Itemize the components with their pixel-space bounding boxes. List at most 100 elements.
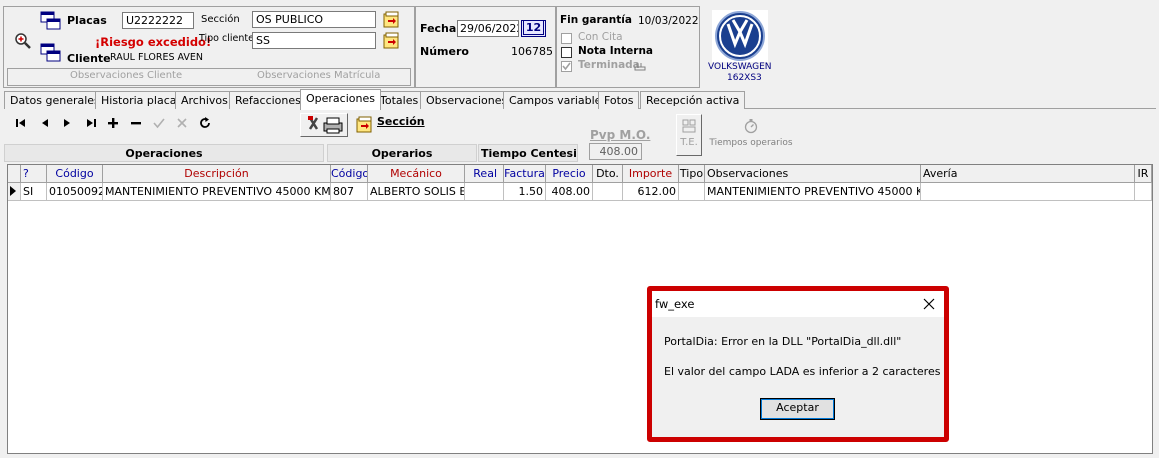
cancel-button[interactable] (173, 116, 191, 134)
dialog-message-line1: PortalDia: Error en la DLL "PortalDia_dl… (664, 335, 902, 348)
placas-window-icon[interactable] (40, 11, 62, 34)
col-dto[interactable]: Dto. (593, 165, 623, 183)
seccion-toolbar-icon[interactable] (356, 116, 374, 137)
cell-ir[interactable] (1135, 183, 1152, 201)
tipo-cliente-input[interactable]: SS (252, 32, 376, 49)
delete-record-button[interactable] (127, 116, 145, 134)
calendar-button[interactable]: 12 (521, 20, 546, 37)
col-factura[interactable]: Factura (504, 165, 546, 183)
cell-observaciones[interactable]: MANTENIMIENTO PREVENTIVO 45000 KM (705, 183, 921, 201)
seccion-link[interactable]: Sección (377, 115, 425, 128)
terminada-detail-icon[interactable] (634, 61, 646, 74)
tab-recepcion-activa[interactable]: Recepción activa (640, 91, 746, 109)
te-label: T.E. (680, 137, 698, 148)
seccion-picker-icon[interactable] (383, 11, 401, 32)
nota-interna-label: Nota Interna (578, 45, 654, 57)
plus-icon (108, 118, 118, 128)
zoom-icon[interactable] (14, 32, 32, 50)
terminada-checkbox[interactable] (561, 59, 572, 72)
cell-q[interactable]: SI (21, 183, 47, 201)
col-precio[interactable]: Precio (546, 165, 593, 183)
last-record-icon (87, 119, 96, 127)
te-button[interactable]: T.E. (676, 114, 702, 156)
refresh-button[interactable] (196, 116, 214, 134)
col-observaciones[interactable]: Observaciones (705, 165, 921, 183)
cell-tipo[interactable] (679, 183, 705, 201)
tipo-cliente-picker-icon[interactable] (383, 32, 401, 53)
operations-grid[interactable] (7, 164, 1153, 454)
dialog-close-button[interactable] (920, 295, 938, 313)
tab-refacciones[interactable]: Refacciones (229, 91, 307, 109)
first-record-button[interactable] (12, 116, 30, 134)
add-record-button[interactable] (104, 116, 122, 134)
cell-importe[interactable]: 612.00 (623, 183, 679, 201)
cell-factura[interactable]: 1.50 (504, 183, 546, 201)
tab-operaciones[interactable]: Operaciones (300, 89, 381, 110)
tiempo-centesimal-header: Tiempo Centesimal (478, 144, 578, 162)
tab-datos-generales[interactable]: Datos generales (4, 91, 106, 109)
te-icon (682, 119, 696, 133)
tiempos-operarios-label: Tiempos operarios (709, 138, 793, 148)
pvp-label: Pvp M.O. (590, 128, 651, 142)
col-indicator (8, 165, 21, 183)
cell-averia[interactable] (921, 183, 1135, 201)
seccion-label: Sección (201, 14, 240, 25)
tools-print-icon (308, 116, 343, 134)
col-mecanico[interactable]: Mecánico (368, 165, 465, 183)
row-indicator[interactable] (8, 183, 21, 201)
nota-interna-box (561, 46, 572, 58)
obs-matricula-button[interactable]: Observaciones Matrícula (257, 70, 380, 81)
cell-codigo[interactable]: 01050092 (47, 183, 103, 201)
numero-value: 106785 (511, 45, 553, 58)
prev-record-button[interactable] (36, 116, 54, 134)
prev-record-icon (42, 119, 48, 127)
tab-totales[interactable]: Totales (374, 91, 425, 109)
operaciones-header: Operaciones (4, 144, 324, 162)
col-q[interactable]: ? (21, 165, 47, 183)
cell-precio[interactable]: 408.00 (546, 183, 593, 201)
tools-print-button[interactable] (300, 113, 348, 137)
cell-real[interactable] (465, 183, 504, 201)
confirm-button[interactable] (150, 116, 168, 134)
cliente-value: RAUL FLORES AVEN (110, 52, 204, 63)
tab-campos-variables[interactable]: Campos variables (503, 91, 614, 109)
cell-descripcion[interactable]: MANTENIMIENTO PREVENTIVO 45000 KM (103, 183, 331, 201)
last-record-button[interactable] (82, 116, 100, 134)
placas-label: Placas (67, 14, 107, 27)
tipo-cliente-label: Tipo cliente (199, 33, 254, 44)
pvp-input[interactable]: 408.00 (589, 143, 642, 160)
cell-dto[interactable] (593, 183, 623, 201)
numero-label: Número (420, 45, 469, 58)
dialog-titlebar: fw_exe (652, 291, 944, 317)
col-real[interactable]: Real (465, 165, 504, 183)
col-importe[interactable]: Importe (623, 165, 679, 183)
terminada-box (561, 60, 572, 72)
brand-name: VOLKSWAGEN (708, 62, 772, 72)
col-averia[interactable]: Avería (921, 165, 1135, 183)
con-cita-label: Con Cita (578, 31, 623, 43)
col-codigo-mecanico[interactable]: Código (331, 165, 368, 183)
seccion-input[interactable]: OS PUBLICO (252, 11, 376, 28)
nota-interna-checkbox[interactable] (561, 45, 572, 58)
first-record-icon (16, 119, 25, 127)
tab-observaciones[interactable]: Observaciones (420, 91, 514, 109)
con-cita-checkbox[interactable] (561, 31, 572, 44)
riesgo-text: ¡Riesgo excedido! (95, 35, 212, 49)
dialog-accept-button[interactable]: Aceptar (760, 398, 835, 420)
col-codigo[interactable]: Código (47, 165, 103, 183)
cliente-window-icon[interactable] (40, 43, 62, 66)
col-tipo[interactable]: Tipo (679, 165, 705, 183)
refresh-icon (200, 117, 210, 128)
obs-cliente-button[interactable]: Observaciones Cliente (70, 70, 182, 81)
next-record-button[interactable] (58, 116, 76, 134)
tab-fotos[interactable]: Fotos (598, 91, 640, 109)
col-ir[interactable]: IR (1135, 165, 1152, 183)
tiempos-operarios-button[interactable]: Tiempos operarios (706, 118, 796, 154)
placas-input[interactable]: U2222222 (122, 12, 194, 29)
cell-mecanico[interactable]: ALBERTO SOLIS E (368, 183, 465, 201)
cell-codigo-mecanico[interactable]: 807 (331, 183, 368, 201)
operarios-header: Operarios (327, 144, 477, 162)
fecha-input[interactable]: 29/06/2022 (457, 20, 519, 37)
col-descripcion[interactable]: Descripción (103, 165, 331, 183)
tab-archivos[interactable]: Archivos (175, 91, 234, 109)
